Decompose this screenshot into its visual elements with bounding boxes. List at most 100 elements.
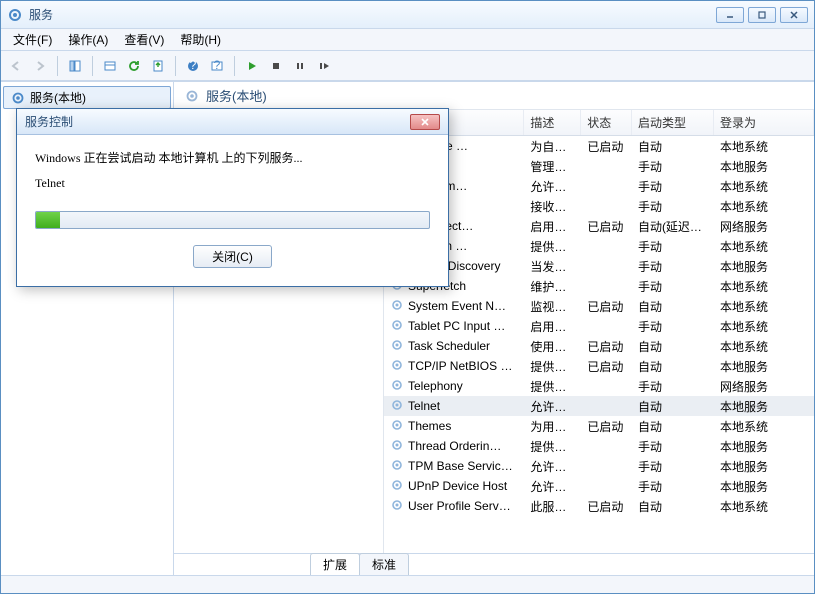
cell-logon: 本地系统 (714, 416, 814, 437)
cell-logon: 本地系统 (714, 236, 814, 257)
dialog-close-button[interactable] (410, 114, 440, 130)
cell-logon: 本地服务 (714, 256, 814, 277)
menu-action[interactable]: 操作(A) (60, 29, 116, 50)
menu-help[interactable]: 帮助(H) (172, 29, 229, 50)
gear-icon (390, 338, 404, 355)
gear-icon (390, 298, 404, 315)
col-startup[interactable]: 启动类型 (632, 110, 714, 135)
cell-logon: 本地服务 (714, 356, 814, 377)
toolbar-sep (92, 56, 93, 76)
dialog-service-name: Telnet (35, 176, 430, 191)
cell-status (581, 384, 632, 388)
refresh-button[interactable] (123, 55, 145, 77)
cell-status (581, 284, 632, 288)
cell-logon: 本地服务 (714, 456, 814, 477)
cell-status: 已启动 (581, 356, 632, 377)
minimize-button[interactable] (716, 7, 744, 23)
help2-button[interactable]: ? (206, 55, 228, 77)
cell-startup: 自动(延迟… (632, 216, 714, 237)
cell-status: 已启动 (581, 216, 632, 237)
table-row[interactable]: Thread Orderin…提供…手动本地服务 (384, 436, 814, 456)
tab-extended[interactable]: 扩展 (310, 553, 360, 575)
progress-fill (36, 212, 60, 228)
cell-desc: 接收… (524, 196, 581, 217)
col-status[interactable]: 状态 (581, 110, 632, 135)
table-row[interactable]: UPnP Device Host允许…手动本地服务 (384, 476, 814, 496)
cell-name: System Event N… (384, 296, 524, 317)
cell-logon: 本地系统 (714, 496, 814, 517)
cell-logon: 本地系统 (714, 136, 814, 157)
cell-desc: 允许… (524, 456, 581, 477)
gear-icon (390, 398, 404, 415)
properties-button[interactable] (99, 55, 121, 77)
cell-desc: 使用… (524, 336, 581, 357)
cell-startup: 自动 (632, 396, 714, 417)
gear-icon (10, 90, 26, 106)
start-button[interactable] (241, 55, 263, 77)
tabs: 扩展 标准 (174, 553, 814, 575)
titlebar: 服务 (1, 1, 814, 29)
table-row[interactable]: TCP/IP NetBIOS …提供…已启动自动本地服务 (384, 356, 814, 376)
cell-name: User Profile Serv… (384, 496, 524, 517)
close-button[interactable] (780, 7, 808, 23)
cell-logon: 本地系统 (714, 276, 814, 297)
pause-button[interactable] (289, 55, 311, 77)
forward-button[interactable] (29, 55, 51, 77)
cell-logon: 网络服务 (714, 216, 814, 237)
cell-logon: 本地系统 (714, 316, 814, 337)
table-row[interactable]: Tablet PC Input …启用…手动本地系统 (384, 316, 814, 336)
cell-desc: 提供… (524, 356, 581, 377)
toolbar-sep (57, 56, 58, 76)
cell-logon: 网络服务 (714, 376, 814, 397)
cell-name: Thread Orderin… (384, 436, 524, 457)
dialog-titlebar: 服务控制 (17, 109, 448, 135)
table-row[interactable]: TPM Base Servic…允许…手动本地服务 (384, 456, 814, 476)
stop-button[interactable] (265, 55, 287, 77)
cell-logon: 本地服务 (714, 156, 814, 177)
cell-desc: 管理… (524, 156, 581, 177)
table-row[interactable]: Task Scheduler使用…已启动自动本地系统 (384, 336, 814, 356)
cell-name: Themes (384, 416, 524, 437)
cell-status (581, 164, 632, 168)
table-row[interactable]: Themes为用…已启动自动本地系统 (384, 416, 814, 436)
col-logon[interactable]: 登录为 (714, 110, 814, 135)
cell-desc: 提供… (524, 436, 581, 457)
cell-startup: 自动 (632, 356, 714, 377)
restart-button[interactable] (313, 55, 335, 77)
back-button[interactable] (5, 55, 27, 77)
tree-root-services[interactable]: 服务(本地) (3, 86, 171, 109)
cell-logon: 本地系统 (714, 336, 814, 357)
show-hide-tree-button[interactable] (64, 55, 86, 77)
help-button[interactable]: ? (182, 55, 204, 77)
menu-view[interactable]: 查看(V) (116, 29, 172, 50)
dialog-message: Windows 正在尝试启动 本地计算机 上的下列服务... (35, 149, 430, 166)
cell-logon: 本地系统 (714, 176, 814, 197)
cell-name: Telnet (384, 396, 524, 417)
svg-text:?: ? (214, 59, 221, 72)
table-row[interactable]: System Event N…监视…已启动自动本地系统 (384, 296, 814, 316)
tab-standard[interactable]: 标准 (359, 553, 409, 575)
cell-status (581, 324, 632, 328)
maximize-button[interactable] (748, 7, 776, 23)
table-row[interactable]: User Profile Serv…此服…已启动自动本地系统 (384, 496, 814, 516)
dialog-close-btn[interactable]: 关闭(C) (193, 245, 272, 268)
services-icon (7, 7, 23, 23)
cell-startup: 自动 (632, 336, 714, 357)
cell-status (581, 204, 632, 208)
dialog-body: Windows 正在尝试启动 本地计算机 上的下列服务... Telnet 关闭… (17, 135, 448, 286)
gear-icon (390, 498, 404, 515)
cell-startup: 手动 (632, 316, 714, 337)
export-button[interactable] (147, 55, 169, 77)
cell-desc: 允许… (524, 176, 581, 197)
cell-status: 已启动 (581, 296, 632, 317)
table-row[interactable]: Telnet允许…自动本地服务 (384, 396, 814, 416)
col-desc[interactable]: 描述 (524, 110, 581, 135)
toolbar-sep (175, 56, 176, 76)
dialog-title: 服务控制 (25, 113, 410, 130)
cell-desc: 允许… (524, 396, 581, 417)
menu-file[interactable]: 文件(F) (5, 29, 60, 50)
cell-name: Telephony (384, 376, 524, 397)
cell-desc: 为自… (524, 136, 581, 157)
table-row[interactable]: Telephony提供…手动网络服务 (384, 376, 814, 396)
cell-desc: 提供… (524, 236, 581, 257)
